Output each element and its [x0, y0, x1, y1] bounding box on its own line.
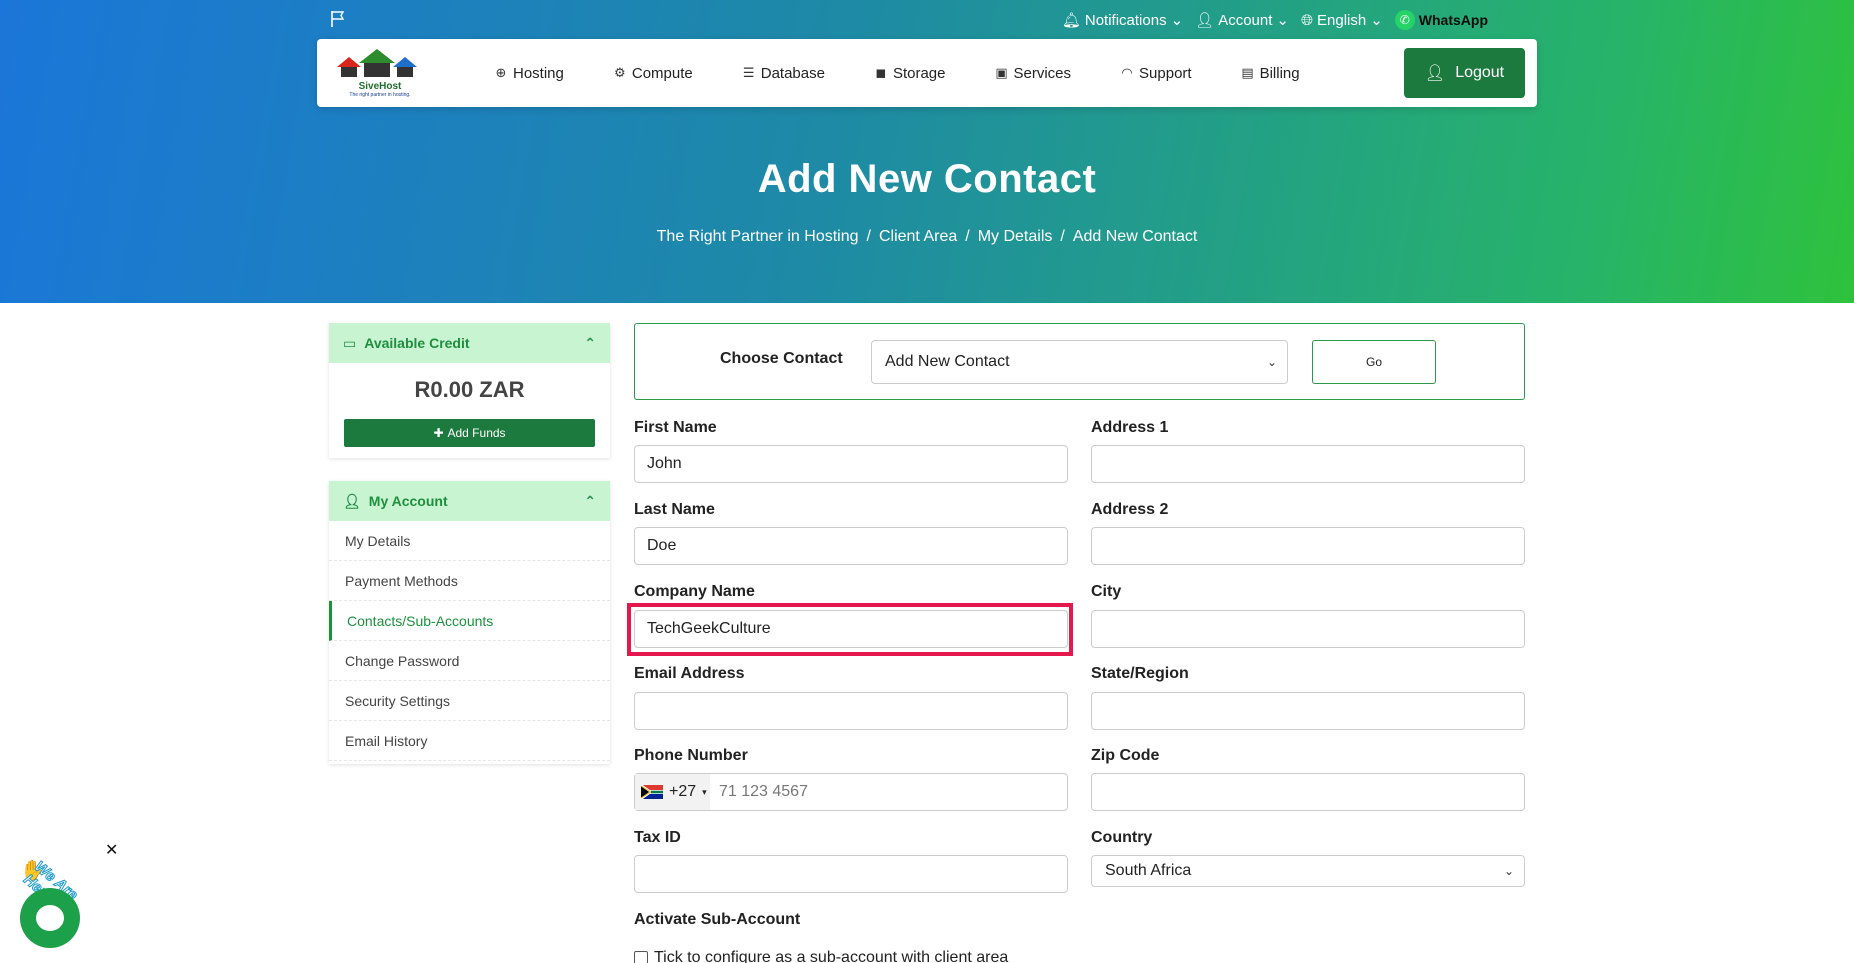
company-name-label: Company Name: [634, 583, 755, 600]
south-africa-flag-icon: [641, 785, 663, 799]
go-button[interactable]: Go: [1312, 340, 1436, 384]
chevron-up-icon: ⌃: [584, 334, 596, 351]
city-label: City: [1091, 583, 1122, 600]
choose-contact-select[interactable]: Add New Contact ⌄: [871, 340, 1288, 384]
tax-id-field[interactable]: [634, 855, 1068, 893]
choose-contact-panel: Choose Contact Add New Contact ⌄ Go: [634, 323, 1525, 400]
whatsapp-icon: ✆: [1394, 10, 1415, 30]
sidebar-item-security-settings[interactable]: Security Settings: [329, 681, 610, 721]
add-funds-button[interactable]: ✚ Add Funds: [344, 419, 595, 447]
money-icon: ▭: [343, 334, 357, 351]
nav-hosting[interactable]: ⊕ Hosting: [494, 65, 564, 82]
breadcrumb-item[interactable]: My Details: [978, 228, 1053, 246]
nav-billing[interactable]: ▤ Billing: [1241, 65, 1299, 82]
breadcrumb: The Right Partner in Hosting / Client Ar…: [656, 228, 1198, 246]
chat-button[interactable]: [20, 888, 80, 948]
credit-panel: ▭ Available Credit ⌃ R0.00 ZAR ✚ Add Fun…: [329, 323, 610, 458]
address2-field[interactable]: [1091, 527, 1525, 565]
whatsapp-link[interactable]: ✆ WhatsApp: [1394, 10, 1488, 30]
chevron-down-icon: ⌄: [1370, 12, 1383, 29]
country-code-select[interactable]: +27 ▾: [635, 774, 710, 810]
sub-account-checkbox-label: Tick to configure as a sub-account with …: [654, 949, 1009, 963]
chevron-down-icon: ⌄: [1266, 355, 1277, 369]
last-name-field[interactable]: Doe: [634, 527, 1068, 565]
sidebar-item-email-history[interactable]: Email History: [329, 721, 610, 761]
gift-icon: ▣: [995, 65, 1008, 80]
city-field[interactable]: [1091, 610, 1525, 648]
state-field[interactable]: [1091, 692, 1525, 730]
nav-storage[interactable]: ◼ Storage: [874, 65, 946, 82]
country-label: Country: [1091, 829, 1153, 846]
flag-icon[interactable]: [330, 10, 346, 28]
sidebar-item-contacts[interactable]: Contacts/Sub-Accounts: [329, 601, 610, 641]
sub-account-checkbox[interactable]: [634, 951, 648, 963]
logo[interactable]: SiveHost The right partner in hosting.: [335, 45, 425, 101]
account-panel-header[interactable]: 👤︎ My Account ⌃: [329, 481, 610, 521]
nav-compute[interactable]: ⚙ Compute: [613, 65, 693, 82]
state-label: State/Region: [1091, 665, 1189, 682]
nav-support[interactable]: ◠ Support: [1120, 65, 1191, 82]
chevron-up-icon: ⌃: [584, 492, 596, 509]
nav-database[interactable]: ☰ Database: [742, 65, 825, 82]
headset-icon: ◠: [1121, 65, 1133, 80]
breadcrumb-item[interactable]: The Right Partner in Hosting: [657, 228, 859, 246]
first-name-label: First Name: [634, 419, 717, 436]
credit-amount: R0.00 ZAR: [414, 377, 525, 402]
language-menu[interactable]: 🌐︎ English ⌄: [1300, 11, 1383, 30]
globe-icon: 🌐︎: [1300, 11, 1313, 29]
database-icon: ☰: [742, 65, 755, 80]
email-label: Email Address: [634, 665, 745, 682]
choose-contact-label: Choose Contact: [720, 350, 843, 367]
nav-services[interactable]: ▣ Services: [995, 65, 1071, 82]
credit-panel-header[interactable]: ▭ Available Credit ⌃: [329, 323, 610, 363]
zip-code-label: Zip Code: [1091, 747, 1160, 764]
email-field[interactable]: [634, 692, 1068, 730]
top-bar: 🔔︎ Notifications ⌄ 👤︎ Account ⌄ 🌐︎ Engli…: [0, 8, 1854, 34]
bell-icon: 🔔︎: [1061, 12, 1081, 29]
account-panel: 👤︎ My Account ⌃ My Details Payment Metho…: [329, 481, 610, 764]
address2-label: Address 2: [1091, 501, 1169, 518]
sidebar-item-change-password[interactable]: Change Password: [329, 641, 610, 681]
zip-code-field[interactable]: [1091, 773, 1525, 811]
breadcrumb-current: Add New Contact: [1072, 228, 1198, 245]
user-icon: 👤︎: [1424, 65, 1446, 82]
chevron-down-icon: ⌄: [1170, 12, 1184, 29]
user-icon: 👤︎: [343, 492, 361, 509]
breadcrumb-item[interactable]: Client Area: [879, 228, 957, 246]
phone-label: Phone Number: [634, 747, 748, 764]
chat-bubble-icon: [36, 905, 64, 931]
caret-down-icon: ▾: [702, 786, 707, 797]
notifications-menu[interactable]: 🔔︎ Notifications ⌄: [1061, 11, 1184, 30]
sidebar-item-my-details[interactable]: My Details: [329, 521, 610, 561]
user-icon: 👤︎: [1195, 12, 1215, 29]
address1-field[interactable]: [1091, 445, 1525, 483]
logo-houses-icon: [337, 49, 417, 77]
logout-button[interactable]: 👤︎ Logout: [1404, 48, 1525, 98]
chevron-down-icon: ⌄: [1503, 864, 1514, 878]
gear-icon: ⚙: [614, 65, 626, 80]
activate-sub-account-label: Activate Sub-Account: [634, 911, 801, 928]
last-name-label: Last Name: [634, 501, 715, 518]
phone-placeholder: 71 123 4567: [719, 783, 808, 800]
globe-icon: ⊕: [495, 65, 507, 80]
main-navbar: SiveHost The right partner in hosting. ⊕…: [317, 39, 1537, 107]
invoice-icon: ▤: [1241, 65, 1254, 80]
first-name-field[interactable]: John: [634, 445, 1068, 483]
address1-label: Address 1: [1091, 419, 1169, 436]
plus-icon: ✚: [433, 426, 444, 440]
chevron-down-icon: ⌄: [1276, 12, 1289, 29]
sidebar-item-payment-methods[interactable]: Payment Methods: [329, 561, 610, 601]
highlight-box: [627, 603, 1073, 656]
country-select[interactable]: South Africa ⌄: [1091, 855, 1525, 887]
chat-widget: ✕ ✋ We Are Here!: [20, 840, 118, 950]
account-menu[interactable]: 👤︎ Account ⌄: [1195, 11, 1289, 30]
box-icon: ◼: [875, 65, 887, 80]
close-icon[interactable]: ✕: [105, 840, 118, 860]
tax-id-label: Tax ID: [634, 829, 681, 846]
page-title: Add New Contact: [757, 157, 1097, 201]
phone-field[interactable]: +27 ▾ 71 123 4567: [634, 773, 1068, 811]
